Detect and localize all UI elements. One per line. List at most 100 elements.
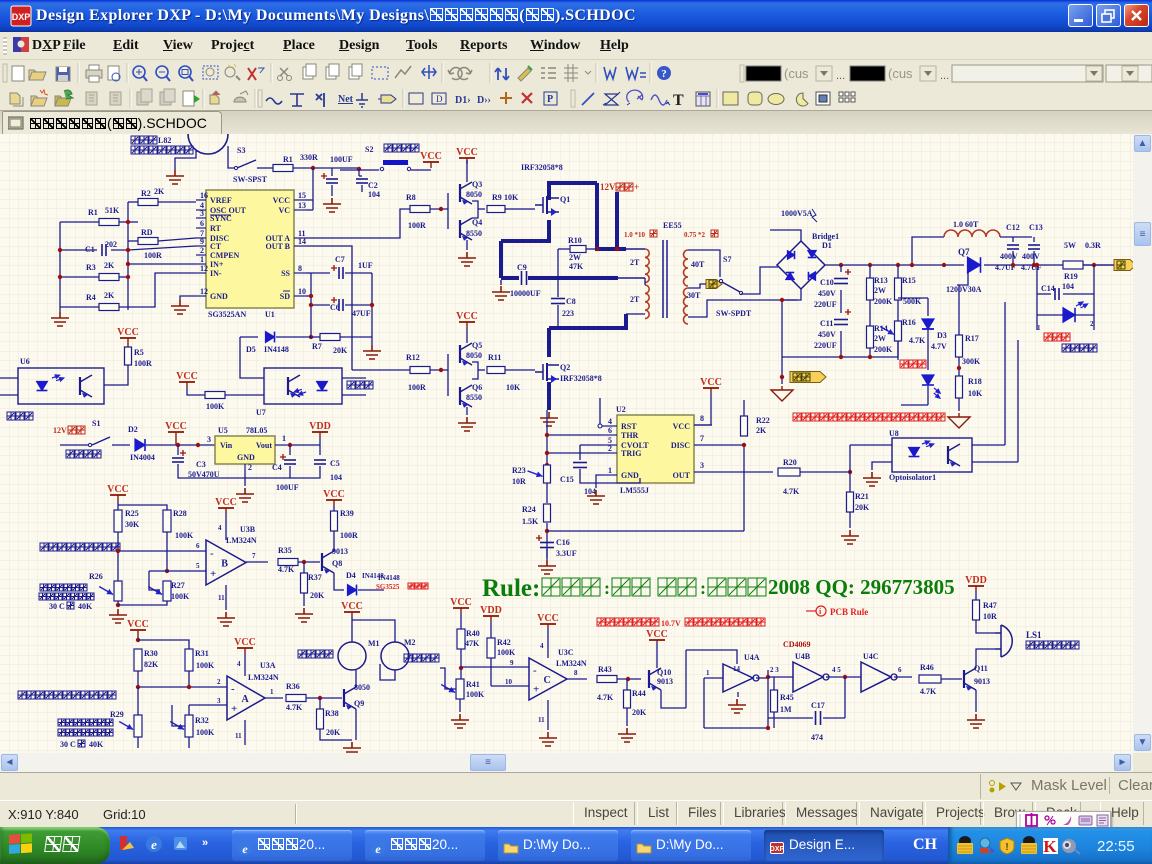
- svg-text:2: 2: [248, 463, 252, 472]
- svg-text:Optoisolator1: Optoisolator1: [889, 473, 936, 482]
- svg-text:2T: 2T: [630, 258, 640, 267]
- svg-text:B: B: [221, 559, 228, 570]
- svg-text:C11: C11: [820, 319, 833, 328]
- svg-text:S2: S2: [365, 145, 373, 154]
- svg-text:VCC: VCC: [117, 327, 139, 338]
- svg-text:U5: U5: [218, 426, 228, 435]
- svg-text:20K: 20K: [632, 708, 647, 717]
- svg-text:4.7K: 4.7K: [286, 703, 303, 712]
- svg-text:3: 3: [217, 697, 221, 705]
- svg-text:D5: D5: [246, 345, 256, 354]
- svg-text:DXP: DXP: [770, 846, 785, 853]
- svg-text:C15: C15: [560, 475, 574, 484]
- svg-text:RT: RT: [210, 224, 221, 233]
- svg-text:DXP: DXP: [12, 12, 31, 22]
- svg-text:200K: 200K: [874, 345, 893, 354]
- svg-text:3: 3: [700, 461, 704, 470]
- svg-text:9013: 9013: [974, 677, 990, 686]
- svg-text:»: »: [202, 837, 208, 849]
- svg-text:R37: R37: [308, 573, 322, 582]
- svg-text:VDD: VDD: [309, 421, 331, 432]
- svg-text:A: A: [241, 694, 249, 705]
- svg-text:2K: 2K: [154, 187, 165, 196]
- svg-text:R32: R32: [195, 716, 209, 725]
- svg-text:1: 1: [1037, 324, 1041, 332]
- svg-text:R18: R18: [968, 377, 982, 386]
- svg-text:IRF32058*8: IRF32058*8: [521, 163, 563, 172]
- svg-text:1: 1: [608, 466, 612, 475]
- svg-text:10.7V: 10.7V: [661, 619, 681, 628]
- svg-text:2K: 2K: [756, 426, 767, 435]
- svg-text:2W: 2W: [874, 334, 886, 343]
- svg-text:1UF: 1UF: [358, 261, 373, 270]
- svg-text:R31: R31: [195, 649, 209, 658]
- svg-text:IN-: IN-: [210, 269, 222, 278]
- svg-text:12: 12: [200, 287, 208, 296]
- svg-text:TRIG: TRIG: [621, 449, 641, 458]
- svg-text:-: -: [210, 548, 214, 560]
- svg-text:VREF: VREF: [210, 196, 232, 205]
- svg-text:30 C: 30 C: [49, 602, 65, 611]
- svg-text:78L05: 78L05: [246, 426, 267, 435]
- svg-text:SG3525AN: SG3525AN: [208, 310, 246, 319]
- svg-text:LM555J: LM555J: [620, 486, 649, 495]
- svg-text:40K: 40K: [89, 740, 104, 749]
- svg-text:RST: RST: [621, 422, 637, 431]
- svg-text:R19: R19: [1064, 272, 1078, 281]
- svg-text:Vout: Vout: [256, 441, 272, 450]
- svg-text:e: e: [151, 837, 157, 852]
- svg-text:14: 14: [733, 665, 741, 673]
- svg-text:GND: GND: [621, 471, 639, 480]
- svg-text:U8: U8: [889, 429, 899, 438]
- svg-text:100R: 100R: [408, 221, 426, 230]
- svg-text:Q2: Q2: [560, 363, 570, 372]
- svg-text:30T: 30T: [687, 291, 701, 300]
- svg-text:100R: 100R: [408, 383, 426, 392]
- svg-text:VCC: VCC: [456, 147, 478, 158]
- svg-text:10000UF: 10000UF: [510, 289, 541, 298]
- svg-text:2W: 2W: [569, 253, 581, 262]
- svg-text:P: P: [547, 94, 553, 105]
- svg-text:VCC: VCC: [165, 421, 187, 432]
- svg-text:R10: R10: [568, 236, 582, 245]
- svg-text:400V: 400V: [1000, 252, 1018, 261]
- svg-text:200K: 200K: [874, 297, 893, 306]
- svg-text:9013: 9013: [657, 677, 673, 686]
- svg-text:VCC: VCC: [537, 613, 559, 624]
- svg-text:R15: R15: [902, 276, 916, 285]
- svg-text:R47: R47: [983, 601, 997, 610]
- svg-text:R9: R9: [492, 193, 502, 202]
- svg-text:300K: 300K: [962, 357, 981, 366]
- svg-text:10R: 10R: [512, 477, 526, 486]
- svg-text:10: 10: [505, 678, 513, 686]
- svg-text:47K: 47K: [569, 262, 584, 271]
- svg-text:R40: R40: [466, 629, 480, 638]
- svg-text:LM324N: LM324N: [248, 673, 279, 682]
- svg-text:Q7: Q7: [958, 247, 970, 257]
- svg-text:U3C: U3C: [558, 648, 574, 657]
- svg-text:IN4148: IN4148: [362, 572, 384, 580]
- svg-text:R23: R23: [512, 466, 526, 475]
- svg-text:4: 4: [608, 417, 612, 426]
- svg-text:R41: R41: [466, 680, 480, 689]
- svg-text:3: 3: [207, 435, 211, 444]
- svg-text:450V: 450V: [818, 289, 836, 298]
- svg-text:R38: R38: [325, 709, 339, 718]
- svg-text:D2: D2: [128, 425, 138, 434]
- svg-text:R44: R44: [632, 689, 646, 698]
- svg-text:C: C: [543, 675, 550, 686]
- svg-text:100K: 100K: [175, 531, 194, 540]
- svg-text:Q4: Q4: [472, 218, 482, 227]
- svg-text:R1: R1: [88, 208, 98, 217]
- svg-text:VCC: VCC: [127, 619, 149, 630]
- svg-text:R8: R8: [406, 193, 416, 202]
- svg-text:SS: SS: [281, 269, 290, 278]
- svg-text:202: 202: [105, 240, 117, 249]
- svg-text:C10: C10: [820, 278, 834, 287]
- svg-text:+: +: [231, 703, 237, 715]
- svg-text:OUT B: OUT B: [265, 242, 290, 251]
- svg-text:12V: 12V: [600, 182, 616, 192]
- svg-text:R43: R43: [598, 665, 612, 674]
- svg-text:U3B: U3B: [240, 525, 256, 534]
- svg-text:VCC: VCC: [341, 601, 363, 612]
